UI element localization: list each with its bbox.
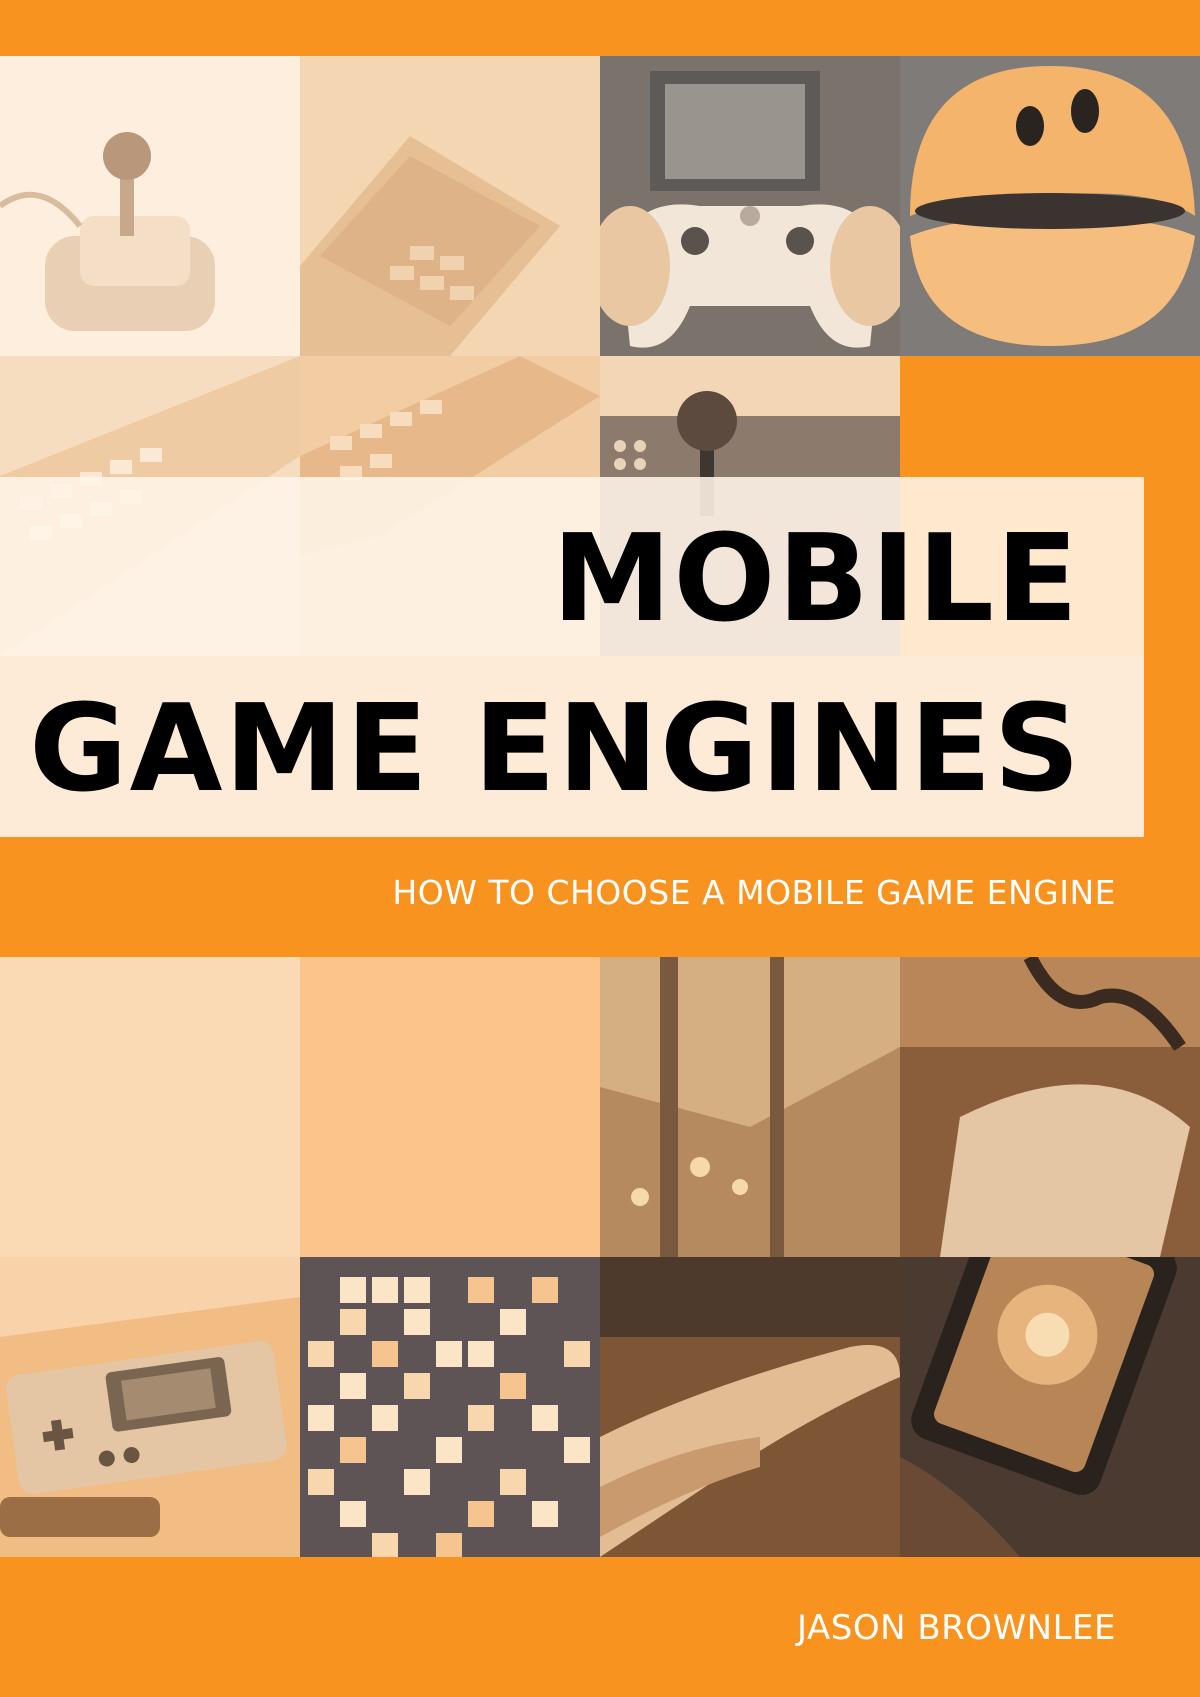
- gamepad-icon: [600, 56, 900, 356]
- hand-touch-icon: [600, 1257, 900, 1557]
- pixel-grid-photo: [300, 1257, 600, 1557]
- handheld-console-icon: [0, 1257, 300, 1557]
- retro-computer-photo: [300, 56, 600, 356]
- joystick-photo: [0, 56, 300, 356]
- title-line-2: GAME ENGINES: [29, 680, 1082, 819]
- bus-interior-icon: [600, 957, 900, 1257]
- title-line-1: MOBILE: [552, 510, 1080, 649]
- retro-computer-icon: [300, 56, 600, 356]
- smartphone-game-icon: [900, 1257, 1200, 1557]
- smartphone-game-icon: [900, 957, 1200, 1257]
- subtitle: HOW TO CHOOSE A MOBILE GAME ENGINE: [392, 873, 1116, 912]
- smartphone-photo: [900, 957, 1200, 1257]
- plain-tile-1: [0, 957, 300, 1257]
- pacman-photo: [900, 56, 1200, 356]
- bus-interior-photo: [600, 957, 900, 1257]
- finger-photo: [600, 1257, 900, 1557]
- plain-tile-2: [300, 957, 600, 1257]
- pixel-grid-icon: [300, 1257, 600, 1557]
- book-cover: MOBILE GAME ENGINES HOW TO CHOOSE A MOBI…: [0, 0, 1200, 1697]
- gamepad-photo: [600, 56, 900, 356]
- joystick-icon: [0, 56, 300, 356]
- phone-screen-photo: [900, 1257, 1200, 1557]
- author-name: JASON BROWNLEE: [797, 1608, 1116, 1648]
- pacman-icon: [900, 56, 1200, 356]
- handheld-console-photo: [0, 1257, 300, 1557]
